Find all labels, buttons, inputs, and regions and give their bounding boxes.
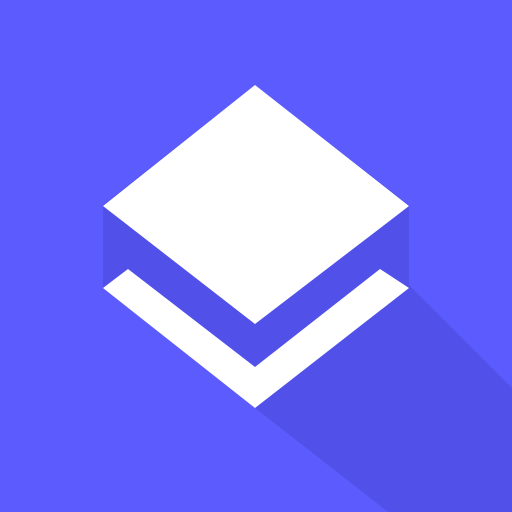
layers-app-icon[interactable]	[0, 0, 512, 512]
layers-icon	[0, 0, 512, 512]
